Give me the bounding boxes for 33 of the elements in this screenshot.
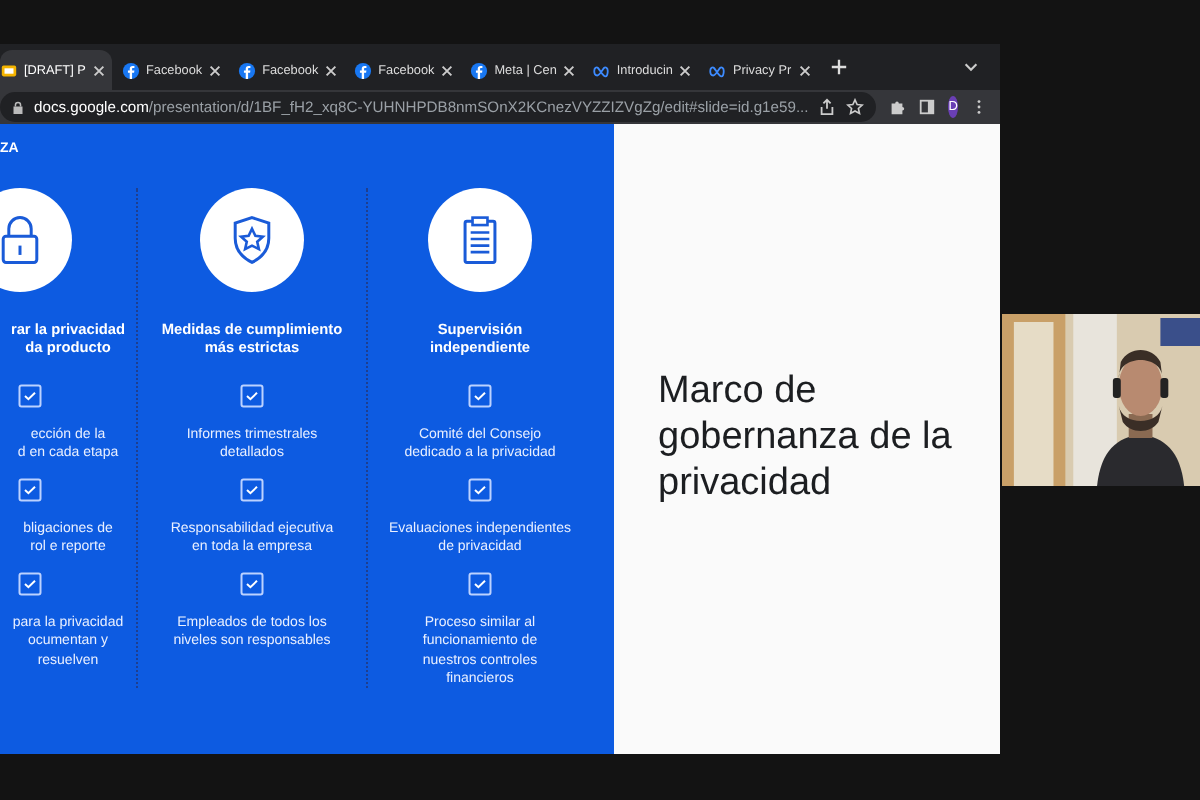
infinity-icon — [592, 61, 611, 79]
facebook-icon — [354, 61, 373, 79]
checkbox-icon — [240, 572, 264, 597]
close-icon[interactable] — [562, 63, 577, 77]
checkbox-icon — [468, 572, 492, 597]
star-icon[interactable] — [846, 98, 865, 116]
close-icon[interactable] — [797, 63, 812, 77]
close-icon[interactable] — [678, 63, 693, 77]
share-icon[interactable] — [818, 98, 837, 116]
lock-icon — [12, 99, 24, 115]
clipboard-icon — [428, 188, 532, 292]
close-icon[interactable] — [324, 63, 339, 77]
facebook-icon — [238, 61, 257, 79]
slides-icon — [0, 61, 18, 79]
slide-title: Marco de gobernanza de la privacidad — [658, 370, 954, 508]
close-icon[interactable] — [440, 63, 455, 77]
shield-icon — [200, 188, 304, 292]
checkbox-icon — [18, 384, 42, 408]
checkbox-icon — [468, 478, 492, 503]
chevron-down-icon[interactable] — [962, 58, 980, 76]
checkbox-icon — [18, 572, 42, 597]
checkbox-icon — [18, 478, 42, 503]
close-icon[interactable] — [92, 63, 106, 77]
close-icon[interactable] — [208, 63, 223, 77]
facebook-icon — [122, 61, 140, 79]
checkbox-icon — [240, 384, 264, 408]
checkbox-icon — [240, 478, 264, 503]
checkbox-icon — [468, 384, 492, 408]
facebook-icon — [470, 61, 489, 79]
infinity-icon — [708, 61, 727, 79]
new-tab-icon[interactable] — [829, 58, 848, 76]
sidebar-icon[interactable] — [918, 98, 937, 116]
puzzle-icon[interactable] — [888, 98, 907, 116]
